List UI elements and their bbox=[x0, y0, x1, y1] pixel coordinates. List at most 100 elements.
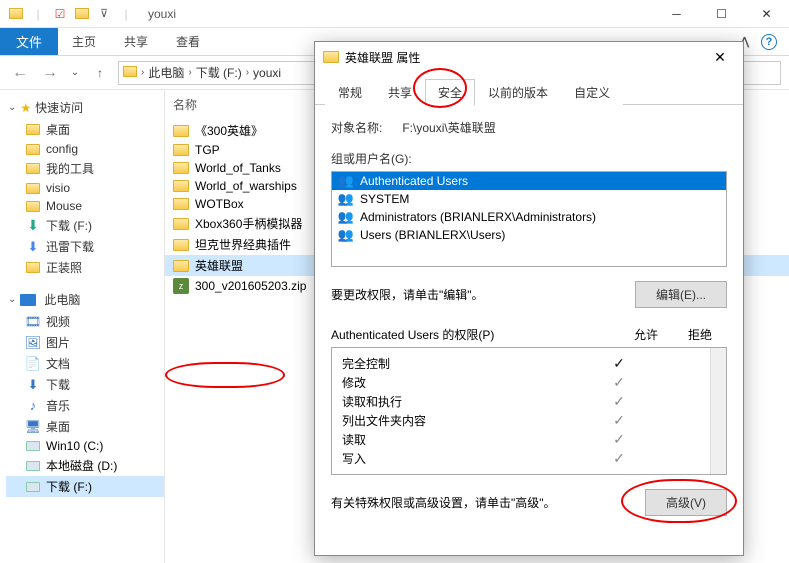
tab-security[interactable]: 安全 bbox=[425, 79, 475, 105]
history-dropdown[interactable]: ⌄ bbox=[68, 67, 82, 78]
forward-button[interactable]: → bbox=[38, 61, 62, 85]
library-icon: 📄 bbox=[26, 357, 40, 371]
object-name-row: 对象名称: F:\youxi\英雄联盟 bbox=[331, 119, 727, 136]
folder-icon bbox=[173, 180, 189, 192]
up-button[interactable]: ↑ bbox=[88, 61, 112, 85]
sidebar-item[interactable]: ⬇下载 bbox=[6, 374, 164, 395]
sidebar-item[interactable]: ♪ 音乐 bbox=[6, 395, 164, 416]
window-title: youxi bbox=[148, 7, 176, 21]
sidebar-item[interactable]: 🖼图片 bbox=[6, 332, 164, 353]
chevron-right-icon[interactable]: › bbox=[188, 67, 191, 78]
ribbon-tab-home[interactable]: 主页 bbox=[58, 28, 110, 55]
folder-icon bbox=[173, 125, 189, 137]
allow-check-icon: ✓ bbox=[592, 374, 646, 391]
sidebar-item-label: 音乐 bbox=[46, 397, 70, 414]
edit-button[interactable]: 编辑(E)... bbox=[635, 281, 727, 308]
object-name-label: 对象名称: bbox=[331, 119, 382, 136]
help-icon[interactable]: ⋀ ? bbox=[749, 28, 789, 55]
folder-icon bbox=[173, 260, 189, 272]
back-button[interactable]: ← bbox=[8, 61, 32, 85]
permission-row: 读取和执行✓ bbox=[342, 392, 700, 411]
library-icon: ♪ bbox=[26, 399, 40, 413]
folder-icon bbox=[26, 201, 40, 212]
advanced-button[interactable]: 高级(V) bbox=[645, 489, 727, 516]
sidebar-item[interactable]: 🖥桌面 bbox=[6, 416, 164, 437]
maximize-button[interactable]: ☐ bbox=[699, 0, 744, 28]
file-name: 英雄联盟 bbox=[195, 257, 243, 274]
ribbon-tab-view[interactable]: 查看 bbox=[162, 28, 214, 55]
permission-row: 列出文件夹内容✓ bbox=[342, 411, 700, 430]
folder-icon bbox=[173, 198, 189, 210]
sidebar-item[interactable]: 桌面 bbox=[6, 119, 164, 140]
tab-share[interactable]: 共享 bbox=[375, 79, 425, 105]
sidebar-item[interactable]: 🎞视频 bbox=[6, 311, 164, 332]
sidebar-disk[interactable]: Win10 (C:) bbox=[6, 437, 164, 455]
folder-icon bbox=[26, 163, 40, 174]
user-row[interactable]: 👥Administrators (BRIANLERX\Administrator… bbox=[332, 208, 726, 226]
breadcrumb[interactable]: 此电脑 bbox=[148, 64, 184, 81]
permission-label: 修改 bbox=[342, 374, 592, 391]
sidebar-item[interactable]: Mouse bbox=[6, 197, 164, 215]
sidebar-item-label: 文档 bbox=[46, 355, 70, 372]
object-name-value: F:\youxi\英雄联盟 bbox=[402, 119, 495, 136]
window-titlebar: | ☑ ⊽ | youxi ─ ☐ ✕ bbox=[0, 0, 789, 28]
file-name: 300_v201605203.zip bbox=[195, 279, 306, 293]
minimize-button[interactable]: ─ bbox=[654, 0, 699, 28]
folder-icon bbox=[8, 6, 24, 22]
this-pc-header[interactable]: ⌄ 此电脑 bbox=[6, 288, 164, 311]
advanced-row: 有关特殊权限或高级设置，请单击"高级"。 高级(V) bbox=[331, 489, 727, 516]
file-name: World_of_warships bbox=[195, 179, 297, 193]
permissions-list-wrap: 完全控制✓修改✓读取和执行✓列出文件夹内容✓读取✓写入✓ bbox=[331, 347, 727, 475]
chevron-right-icon[interactable]: › bbox=[246, 67, 249, 78]
sidebar-disk[interactable]: 下载 (F:) bbox=[6, 476, 164, 497]
divider-icon: | bbox=[118, 6, 134, 22]
sidebar-item-label: 桌面 bbox=[46, 121, 70, 138]
tab-general[interactable]: 常规 bbox=[325, 79, 375, 105]
scrollbar[interactable] bbox=[710, 348, 726, 474]
sidebar-item-downloads-f[interactable]: ⬇下载 (F:) bbox=[6, 215, 164, 236]
checkbox-icon[interactable]: ☑ bbox=[52, 6, 68, 22]
folder-icon bbox=[26, 262, 40, 273]
sidebar-item[interactable]: visio bbox=[6, 179, 164, 197]
user-row[interactable]: 👥Authenticated Users bbox=[332, 172, 726, 190]
xunlei-icon: ⬇ bbox=[26, 240, 40, 254]
file-tab[interactable]: 文件 bbox=[0, 28, 58, 55]
allow-check-icon: ✓ bbox=[592, 412, 646, 429]
user-name: Authenticated Users bbox=[360, 174, 468, 188]
advanced-hint: 有关特殊权限或高级设置，请单击"高级"。 bbox=[331, 494, 556, 511]
user-row[interactable]: 👥Users (BRIANLERX\Users) bbox=[332, 226, 726, 244]
dialog-close-button[interactable]: ✕ bbox=[705, 46, 735, 68]
tab-previous-versions[interactable]: 以前的版本 bbox=[475, 79, 561, 105]
breadcrumb[interactable]: 下载 (F:) bbox=[196, 64, 242, 81]
breadcrumb[interactable]: youxi bbox=[253, 66, 281, 80]
sidebar-item[interactable]: config bbox=[6, 140, 164, 158]
file-name: World_of_Tanks bbox=[195, 161, 281, 175]
close-button[interactable]: ✕ bbox=[744, 0, 789, 28]
overflow-icon[interactable]: ⊽ bbox=[96, 6, 112, 22]
file-name: 坦克世界经典插件 bbox=[195, 236, 291, 253]
window-controls: ─ ☐ ✕ bbox=[654, 0, 789, 28]
dialog-titlebar: 英雄联盟 属性 ✕ bbox=[315, 42, 743, 72]
quick-access-header[interactable]: ⌄ ★ 快速访问 bbox=[6, 96, 164, 119]
library-icon: 🖼 bbox=[26, 336, 40, 350]
user-list[interactable]: 👥Authenticated Users👥SYSTEM👥Administrato… bbox=[331, 171, 727, 267]
folder-icon bbox=[173, 239, 189, 251]
sidebar-item-zhengsou[interactable]: 正装照 bbox=[6, 257, 164, 278]
chevron-down-icon: ⌄ bbox=[8, 294, 16, 305]
sidebar-item[interactable]: 📄 文档 bbox=[6, 353, 164, 374]
sidebar-item[interactable]: 我的工具 bbox=[6, 158, 164, 179]
ribbon-tab-share[interactable]: 共享 bbox=[110, 28, 162, 55]
sidebar-disk[interactable]: 本地磁盘 (D:) bbox=[6, 455, 164, 476]
allow-check-icon: ✓ bbox=[592, 450, 646, 467]
dialog-tabs: 常规 共享 安全 以前的版本 自定义 bbox=[315, 78, 743, 105]
chevron-right-icon[interactable]: › bbox=[141, 67, 144, 78]
pc-icon bbox=[20, 294, 36, 306]
user-name: Administrators (BRIANLERX\Administrators… bbox=[360, 210, 596, 224]
tab-customize[interactable]: 自定义 bbox=[561, 79, 623, 105]
file-name: Xbox360手柄模拟器 bbox=[195, 215, 302, 232]
sidebar-item-xunlei[interactable]: ⬇迅雷下载 bbox=[6, 236, 164, 257]
dialog-title-text: 英雄联盟 属性 bbox=[345, 49, 420, 66]
folder-icon[interactable] bbox=[74, 6, 90, 22]
zip-icon: z bbox=[173, 278, 189, 294]
user-row[interactable]: 👥SYSTEM bbox=[332, 190, 726, 208]
